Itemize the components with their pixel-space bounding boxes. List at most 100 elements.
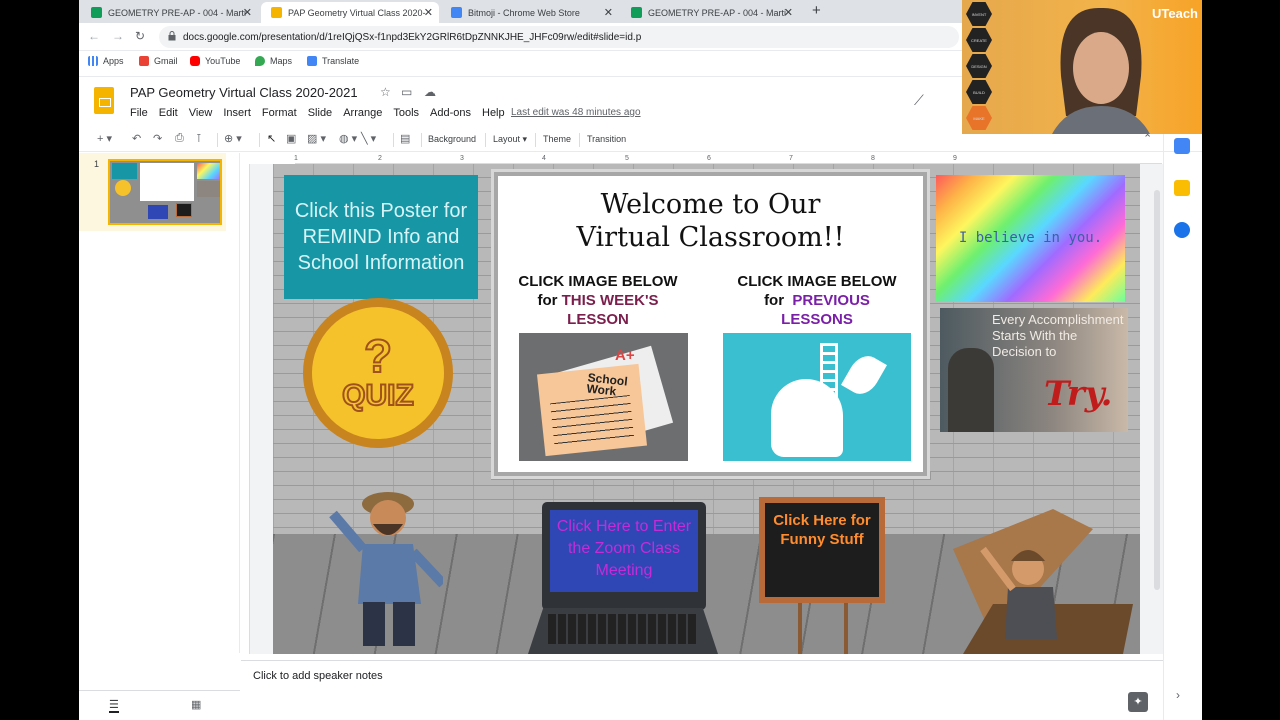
document-title[interactable]: PAP Geometry Virtual Class 2020-2021 (130, 85, 358, 100)
remind-poster[interactable]: Click this Poster for REMIND Info and Sc… (284, 175, 478, 299)
expand-panel-icon[interactable]: › (1176, 688, 1180, 702)
bookmark-youtube[interactable]: YouTube (190, 56, 240, 66)
accomplishment-poster[interactable]: Every Accomplishment Starts With the Dec… (940, 308, 1128, 432)
zoom-icon[interactable]: ⊕ ▾ (224, 132, 242, 145)
image-icon[interactable]: ▨ ▾ (307, 132, 326, 145)
believe-in-you-poster[interactable]: I believe in you. (936, 175, 1125, 302)
thumb-laptop (148, 205, 168, 219)
comment-icon[interactable]: ▤ (400, 132, 410, 145)
menu-edit[interactable]: Edit (159, 107, 178, 119)
transition-button[interactable]: Transition (587, 134, 626, 144)
try-text: Try. (1044, 374, 1113, 414)
shape-icon[interactable]: ◍ ▾ (339, 132, 357, 145)
thumb-accomplishment (197, 181, 220, 197)
paint-format-icon[interactable]: ⊺ (196, 132, 202, 145)
laptop-keyboard (528, 608, 718, 654)
text-box-icon[interactable]: ▣ (286, 132, 296, 145)
grade-mark: A+ (615, 347, 635, 364)
tab-geometry-2[interactable]: GEOMETRY PRE-AP - 004 - Marti ✕ (621, 2, 799, 23)
tab-bitmoji[interactable]: Bitmoji - Chrome Web Store ✕ (441, 2, 619, 23)
menu-view[interactable]: View (189, 107, 213, 119)
divider (421, 133, 422, 147)
menu-file[interactable]: File (130, 107, 148, 119)
translate-icon (307, 56, 317, 66)
redo-icon[interactable]: ↷ (153, 132, 162, 145)
menu-tools[interactable]: Tools (393, 107, 419, 119)
menu-add-ons[interactable]: Add-ons (430, 107, 471, 119)
side-panel: › (1163, 128, 1202, 720)
keyboard-keys (548, 614, 698, 644)
thumb-poster (112, 163, 137, 179)
close-tab-icon[interactable]: ✕ (424, 6, 433, 19)
menu-help[interactable]: Help (482, 107, 505, 119)
divider (485, 133, 486, 147)
forward-arrow-icon[interactable]: → (112, 29, 124, 43)
bookmark-apps[interactable]: Apps (88, 56, 124, 66)
maps-pin-icon (255, 56, 265, 66)
speaker-notes[interactable]: Click to add speaker notes (241, 660, 1163, 690)
theme-button[interactable]: Theme (543, 134, 571, 144)
tab-geometry-1[interactable]: GEOMETRY PRE-AP - 004 - Marti ✕ (81, 2, 258, 23)
tab-slides[interactable]: PAP Geometry Virtual Class 2020- ✕ (261, 2, 439, 23)
divider (535, 133, 536, 147)
bookmark-gmail[interactable]: Gmail (139, 56, 178, 66)
divider (259, 133, 260, 147)
school-work-image[interactable]: A+ School Work (519, 333, 688, 461)
print-icon[interactable]: ⎙ (175, 132, 184, 145)
close-tab-icon[interactable]: ✕ (784, 6, 793, 19)
menu-arrange[interactable]: Arrange (343, 107, 382, 119)
back-arrow-icon[interactable]: ← (88, 29, 100, 43)
menu-insert[interactable]: Insert (223, 107, 251, 119)
slides-logo-icon[interactable] (94, 87, 114, 114)
previous-lessons-heading: CLICK IMAGE BELOW for PREVIOUS LESSONS (737, 273, 897, 328)
close-tab-icon[interactable]: ✕ (243, 6, 252, 19)
tasks-icon[interactable] (1174, 222, 1190, 238)
slide-number: 1 (94, 159, 100, 169)
open-mind-image[interactable] (723, 333, 911, 461)
move-folder-icon[interactable]: ▭ (401, 85, 412, 99)
quiz-badge[interactable]: ? QUIZ (303, 298, 453, 448)
explore-icon[interactable]: ✦ (1128, 692, 1148, 712)
last-edit-link[interactable]: Last edit was 48 minutes ago (511, 107, 641, 118)
laptop[interactable]: Click Here to Enter the Zoom Class Meeti… (542, 502, 706, 610)
line-icon[interactable]: ╲ ▾ (361, 132, 376, 145)
head-lid (841, 350, 887, 400)
menu-slide[interactable]: Slide (308, 107, 332, 119)
school-work-label: School Work (585, 370, 629, 399)
layout-button[interactable]: Layout ▾ (493, 134, 527, 145)
cloud-status-icon[interactable]: ☁ (424, 85, 436, 99)
vertical-ruler (241, 164, 250, 654)
star-icon[interactable]: ☆ (380, 85, 391, 99)
this-week-heading: CLICK IMAGE BELOW for THIS WEEK'S LESSON (518, 273, 678, 328)
filmstrip-view-icon[interactable]: ☰ (109, 698, 119, 713)
close-tab-icon[interactable]: ✕ (604, 6, 613, 19)
grid-view-icon[interactable]: ▦ (191, 698, 201, 711)
background-button[interactable]: Background (428, 134, 476, 144)
undo-icon[interactable]: ↶ (132, 132, 141, 145)
presenter-video (1052, 7, 1150, 134)
slide-canvas[interactable]: Click this Poster for REMIND Info and Sc… (273, 164, 1140, 654)
welcome-heading: Welcome to Our Virtual Classroom!! (576, 189, 845, 253)
menu-format[interactable]: Format (262, 107, 297, 119)
reload-icon[interactable]: ↻ (135, 29, 145, 43)
quiz-question-mark: ? (363, 330, 393, 382)
uteach-logo: UTeach (1152, 6, 1198, 21)
ladder-icon (820, 343, 838, 401)
zoom-link[interactable]: Click Here to Enter the Zoom Class Meeti… (550, 510, 698, 592)
slide-thumbnail[interactable] (108, 159, 222, 225)
calendar-icon[interactable] (1174, 138, 1190, 154)
bookmark-translate[interactable]: Translate (307, 56, 359, 66)
url-field[interactable]: docs.google.com/presentation/d/1reIQjQSx… (159, 26, 959, 48)
funny-stuff-chalkboard[interactable]: Click Here for Funny Stuff (759, 497, 885, 603)
accomplishment-text: Every Accomplishment Starts With the Dec… (992, 312, 1124, 359)
keep-icon[interactable] (1174, 180, 1190, 196)
select-cursor-icon[interactable]: ↖ (267, 132, 276, 145)
new-slide-icon[interactable]: + ▾ (97, 132, 112, 145)
whiteboard: Welcome to Our Virtual Classroom!! CLICK… (494, 172, 927, 476)
new-tab-button[interactable]: + (812, 2, 821, 19)
activity-dashboard-icon[interactable]: ⟋ (914, 92, 924, 109)
vertical-scrollbar[interactable] (1154, 190, 1160, 590)
youtube-icon (190, 56, 200, 66)
bookmark-maps[interactable]: Maps (255, 56, 292, 66)
quiz-label: QUIZ (341, 378, 415, 413)
